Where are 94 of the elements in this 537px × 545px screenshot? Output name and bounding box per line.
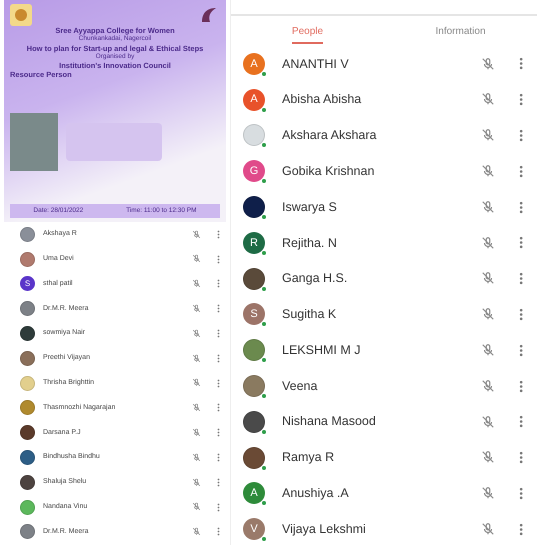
more-options-icon xyxy=(518,486,523,500)
muted-microphone-icon xyxy=(192,378,201,388)
letter-avatar: S xyxy=(243,303,265,326)
more-options-icon xyxy=(217,378,220,388)
status-dot xyxy=(261,178,267,184)
participant-name: Sugitha K xyxy=(282,306,338,324)
muted-microphone-icon xyxy=(192,230,201,239)
muted-microphone-icon xyxy=(480,522,495,536)
more-options-icon xyxy=(217,230,220,239)
muted-microphone-icon xyxy=(480,450,495,464)
muted-microphone-icon xyxy=(192,478,201,487)
muted-microphone-icon xyxy=(192,328,201,338)
muted-microphone-icon xyxy=(480,378,495,393)
status-dot xyxy=(261,142,267,148)
muted-microphone-icon xyxy=(192,354,201,363)
tab[interactable]: People xyxy=(231,16,384,46)
participant-name: Anushiya .A xyxy=(282,485,350,502)
more-options-icon xyxy=(217,279,220,288)
more-options-icon xyxy=(518,380,523,393)
more-options-icon xyxy=(518,272,523,286)
tab[interactable]: Information xyxy=(384,16,537,46)
letter-avatar: S xyxy=(20,276,35,292)
more-options-icon xyxy=(217,403,220,412)
participant-name: Gobika Krishnan xyxy=(282,162,376,180)
participant-name: LEKSHMI M J xyxy=(282,342,362,359)
status-dot xyxy=(261,70,267,77)
muted-microphone-icon xyxy=(480,56,495,71)
more-options-icon xyxy=(518,308,523,321)
muted-microphone-icon xyxy=(480,271,495,286)
status-dot xyxy=(261,428,267,435)
more-options-icon xyxy=(518,344,523,357)
letter-avatar: A xyxy=(243,88,265,111)
muted-microphone-icon xyxy=(192,304,201,314)
letter-avatar: A xyxy=(243,482,265,504)
photo-placeholder xyxy=(10,113,58,171)
status-dot xyxy=(261,393,267,400)
participant-name: Nishana Masood xyxy=(282,413,377,430)
participant-name: ANANTHI V xyxy=(282,56,350,73)
muted-microphone-icon xyxy=(480,414,495,429)
muted-microphone-icon xyxy=(480,164,495,178)
letter-avatar: R xyxy=(243,232,265,254)
participant-name: Iswarya S xyxy=(282,198,338,216)
status-dot xyxy=(261,214,267,220)
status-dot xyxy=(261,357,267,364)
muted-microphone-icon xyxy=(192,428,201,438)
more-options-icon xyxy=(217,254,220,264)
muted-microphone-icon xyxy=(480,307,495,322)
status-dot xyxy=(261,286,267,292)
emblem-icon xyxy=(10,4,32,26)
more-options-icon xyxy=(518,200,523,214)
muted-microphone-icon xyxy=(192,527,201,536)
more-options-icon xyxy=(217,502,220,512)
muted-microphone-icon xyxy=(480,236,495,250)
more-options-icon xyxy=(217,478,220,487)
letter-avatar: A xyxy=(243,52,265,75)
letter-avatar: G xyxy=(243,160,265,182)
status-dot xyxy=(261,500,267,506)
participant-name: Vijaya Lekshmi xyxy=(282,520,367,538)
participant-name: Veena xyxy=(282,378,318,395)
more-options-icon xyxy=(518,128,523,142)
muted-microphone-icon xyxy=(480,128,495,142)
muted-microphone-icon xyxy=(192,502,201,512)
participant-name: Abisha Abisha xyxy=(282,91,362,108)
muted-microphone-icon xyxy=(192,254,201,264)
participant-name: Ganga H.S. xyxy=(282,270,348,288)
letter-avatar: V xyxy=(243,518,265,540)
more-options-icon xyxy=(217,527,220,536)
more-options-icon xyxy=(518,236,523,250)
more-options-icon xyxy=(518,164,523,178)
muted-microphone-icon xyxy=(192,403,201,412)
muted-microphone-icon xyxy=(480,200,495,214)
status-dot xyxy=(261,106,267,113)
more-options-icon xyxy=(217,428,220,438)
more-options-icon xyxy=(518,522,523,536)
status-dot xyxy=(261,464,267,471)
more-options-icon xyxy=(217,354,220,363)
muted-microphone-icon xyxy=(480,343,495,358)
more-options-icon xyxy=(217,329,220,338)
muted-microphone-icon xyxy=(192,279,201,288)
participant-name: Rejitha. N xyxy=(282,234,338,252)
status-dot xyxy=(261,250,267,256)
participant-name: Ramya R xyxy=(282,449,336,466)
more-options-icon xyxy=(217,453,220,462)
more-options-icon xyxy=(518,451,523,464)
muted-microphone-icon xyxy=(192,452,201,462)
status-dot xyxy=(261,536,267,542)
muted-microphone-icon xyxy=(480,92,495,106)
more-options-icon xyxy=(518,57,523,70)
more-options-icon xyxy=(518,93,523,106)
status-dot xyxy=(261,321,267,328)
muted-microphone-icon xyxy=(480,486,495,500)
participant-name: Akshara Akshara xyxy=(282,127,378,144)
more-options-icon xyxy=(518,415,523,428)
more-options-icon xyxy=(217,304,220,314)
